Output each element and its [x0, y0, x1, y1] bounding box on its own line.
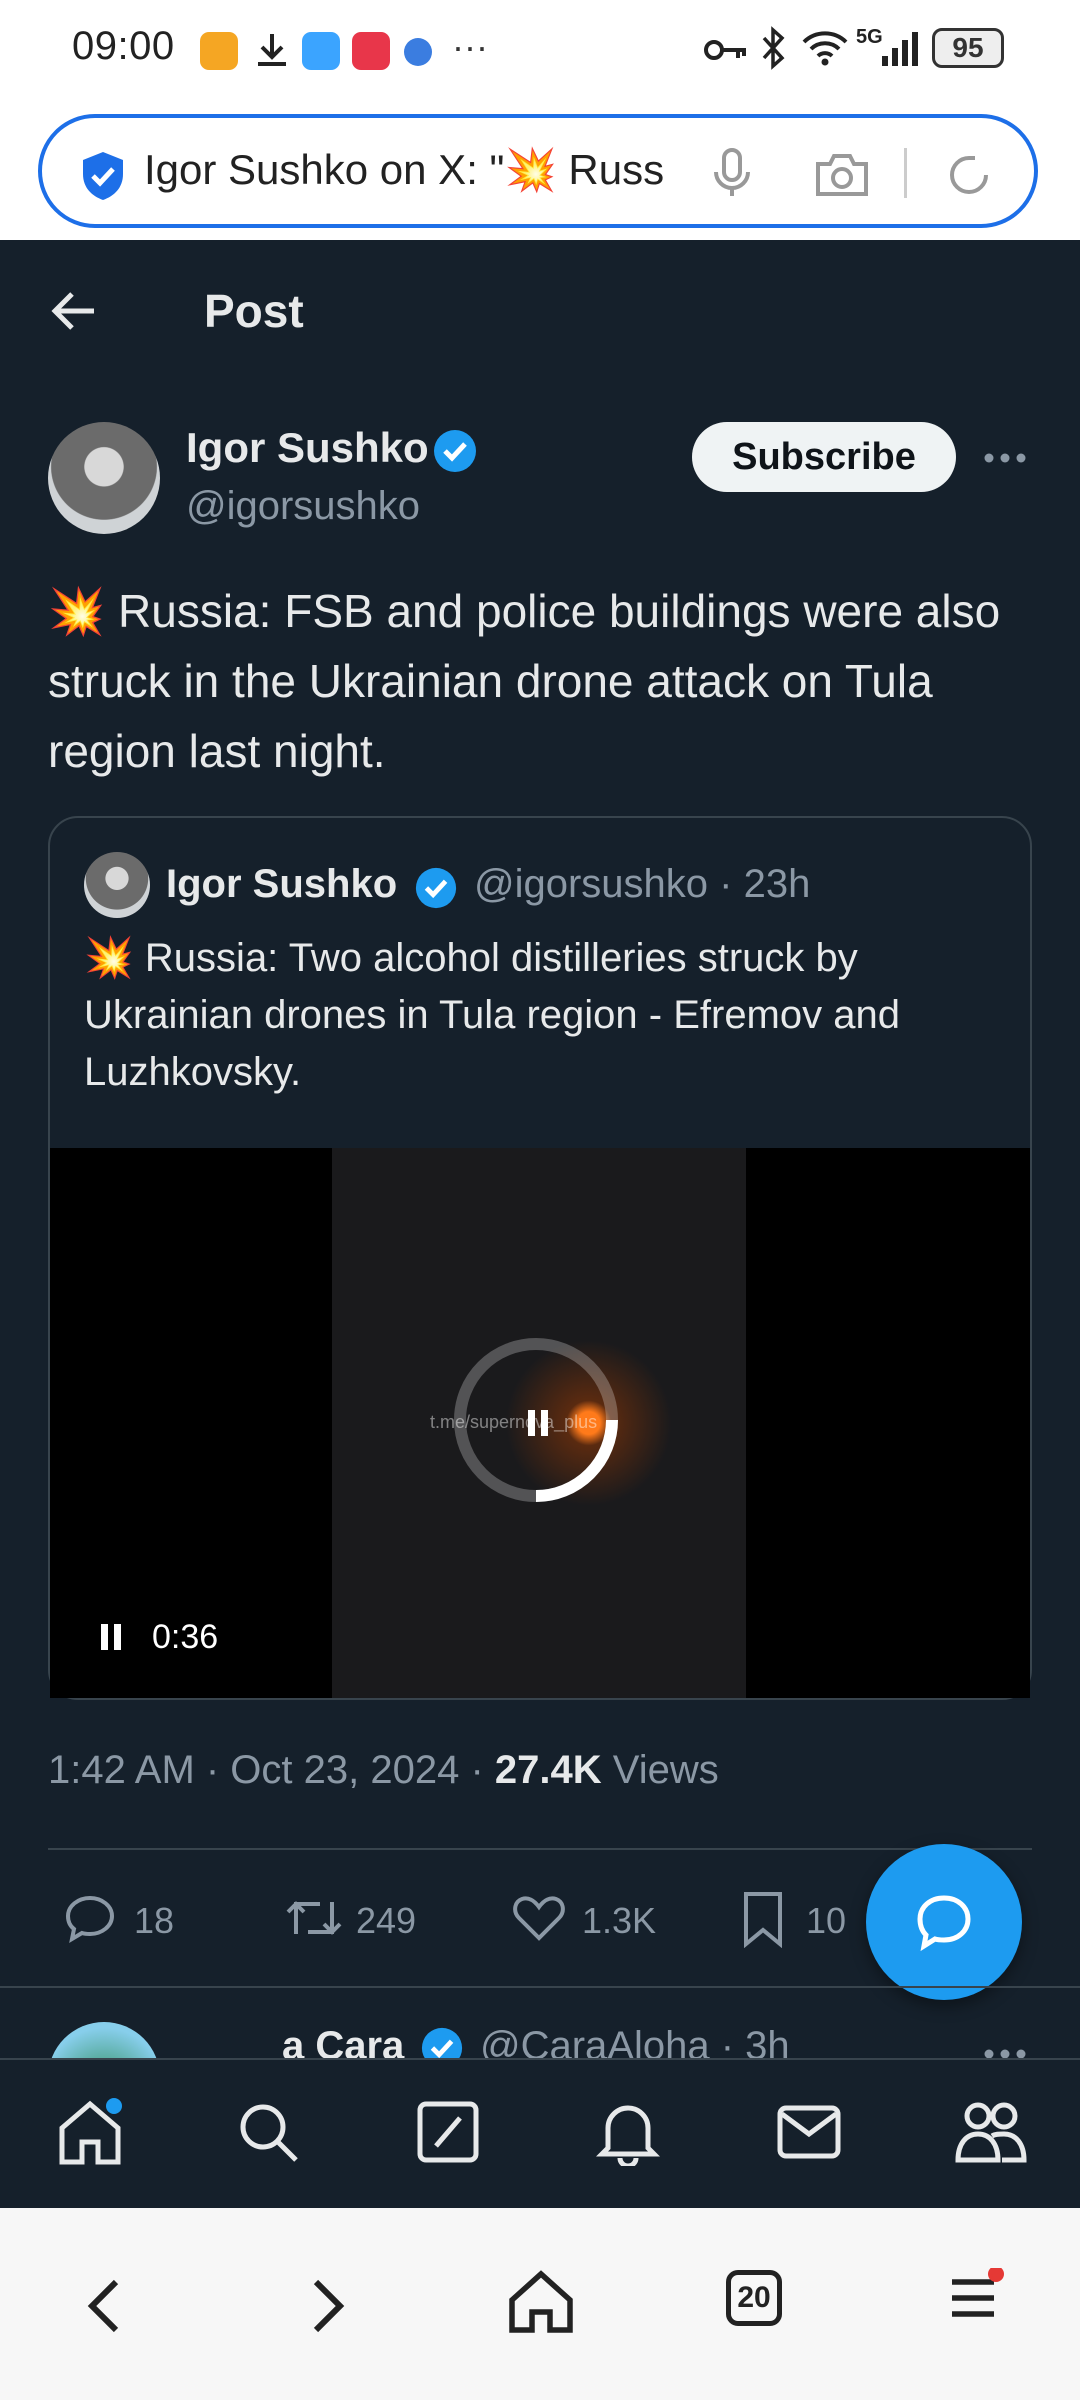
microphone-icon[interactable]	[712, 146, 752, 200]
page-title: Post	[204, 285, 304, 337]
reply-icon[interactable]	[62, 1890, 118, 1946]
video-duration: 0:36	[152, 1618, 219, 1656]
browser-menu-icon[interactable]	[946, 2268, 1006, 2328]
reload-icon[interactable]	[944, 150, 994, 200]
video-center-pause-icon[interactable]	[526, 1408, 550, 1438]
quoted-verified-badge-icon	[414, 866, 458, 910]
bookmark-count[interactable]: 10	[806, 1900, 846, 1942]
browser-home-icon[interactable]	[506, 2268, 576, 2336]
author-name[interactable]: Igor Sushko	[186, 424, 429, 472]
author-handle[interactable]: @igorsushko	[186, 484, 420, 529]
pause-icon[interactable]	[98, 1622, 124, 1652]
status-time: 09:00	[72, 24, 175, 68]
vpn-key-icon	[702, 30, 750, 70]
back-arrow-icon[interactable]	[50, 290, 98, 332]
messages-mail-icon[interactable]	[776, 2104, 842, 2160]
repost-count[interactable]: 249	[356, 1900, 416, 1942]
more-options-icon[interactable]	[982, 438, 1028, 478]
post-text: 💥 Russia: FSB and police buildings were …	[48, 585, 1001, 777]
browser-notification-icon	[404, 38, 432, 66]
quoted-text: 💥 Russia: Two alcohol distilleries struc…	[84, 936, 900, 1094]
bookmark-icon[interactable]	[738, 1890, 788, 1948]
reply-count[interactable]: 18	[134, 1900, 174, 1942]
divider	[0, 1986, 1080, 1988]
views-label: Views	[601, 1748, 719, 1792]
repost-icon[interactable]	[282, 1890, 346, 1946]
weibo-notification-icon	[200, 32, 238, 70]
communities-icon[interactable]	[952, 2098, 1028, 2166]
browser-back-icon[interactable]	[84, 2278, 124, 2334]
toolbar-divider	[904, 148, 907, 198]
chat-bubble-icon	[912, 1890, 976, 1954]
more-notifications-icon: ···	[452, 26, 488, 67]
battery-indicator: 95	[932, 28, 1004, 68]
like-count[interactable]: 1.3K	[582, 1900, 656, 1942]
quoted-author-name: Igor Sushko	[166, 862, 398, 906]
post-timestamp: 1:42 AM · Oct 23, 2024 · 27.4K Views	[48, 1748, 719, 1793]
post-time: 1:42 AM · Oct 23, 2024 ·	[48, 1748, 495, 1792]
signal-icon	[862, 32, 920, 68]
download-notification-icon	[252, 30, 292, 70]
wifi-icon	[800, 28, 850, 68]
verified-badge-icon	[432, 428, 478, 474]
subscribe-button[interactable]: Subscribe	[692, 422, 956, 492]
views-count: 27.4K	[494, 1748, 602, 1792]
home-tab-icon[interactable]	[56, 2098, 124, 2166]
security-shield-icon[interactable]	[80, 150, 126, 202]
app-tab-bar	[0, 2058, 1080, 2210]
notifications-bell-icon[interactable]	[596, 2098, 660, 2166]
weather-notification-icon	[302, 32, 340, 70]
url-text[interactable]: Igor Sushko on X: "💥 Russ	[144, 146, 684, 195]
quoted-meta: @igorsushko · 23h	[474, 862, 811, 906]
bluetooth-icon	[760, 26, 788, 70]
camera-icon[interactable]	[814, 152, 870, 198]
quoted-author-avatar	[84, 852, 150, 918]
search-tab-icon[interactable]	[236, 2100, 300, 2164]
browser-forward-icon[interactable]	[308, 2278, 348, 2334]
app-notification-icon	[352, 32, 390, 70]
divider	[48, 1848, 1032, 1850]
author-avatar[interactable]	[48, 422, 160, 534]
like-heart-icon[interactable]	[510, 1890, 568, 1946]
tab-count-button[interactable]: 20	[726, 2270, 782, 2326]
grok-tab-icon[interactable]	[416, 2100, 480, 2164]
